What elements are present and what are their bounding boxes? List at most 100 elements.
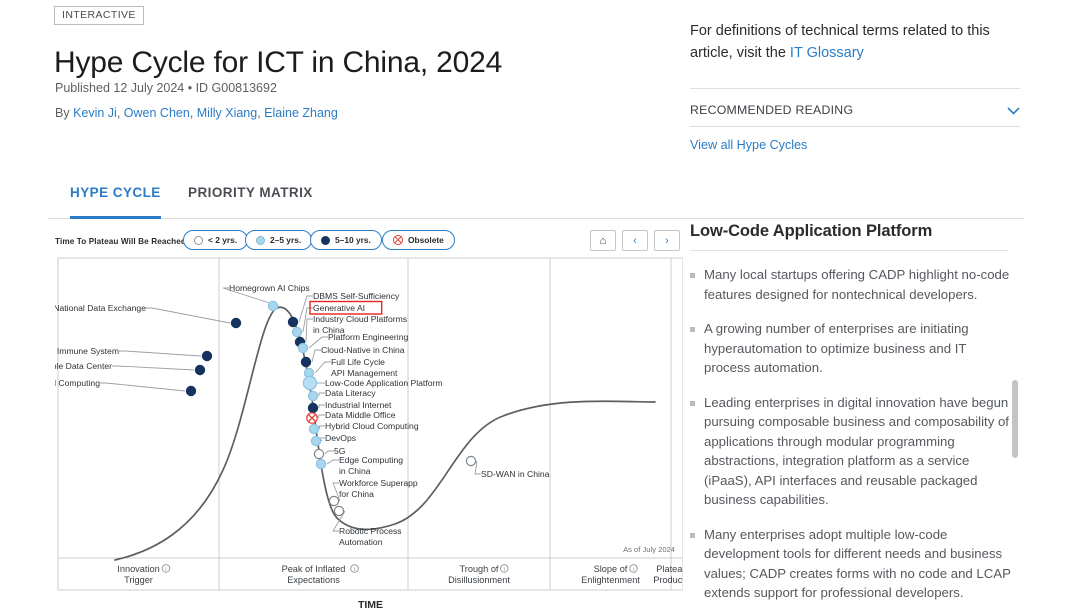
detail-panel: Low-Code Application Platform Many local… xyxy=(690,222,1028,614)
info-icon[interactable]: i xyxy=(500,564,509,574)
home-icon-button[interactable]: ⌂ xyxy=(590,230,616,251)
hype-cycle-chart[interactable]: Innovation Trigger i Peak of Inflated Expe… xyxy=(55,256,683,614)
point-marker-open[interactable] xyxy=(333,505,345,517)
legend-pill-5to10yrs[interactable]: 5–10 yrs. xyxy=(310,230,382,250)
legend-dot-light-icon xyxy=(256,235,265,245)
point-marker-light[interactable] xyxy=(267,300,279,312)
legend-pill-label: Obsolete xyxy=(408,235,444,245)
detail-bullet-text: Many local startups offering CADP highli… xyxy=(704,267,1010,302)
detail-bullet: Many enterprises adopt multiple low-code… xyxy=(690,525,1012,603)
detail-panel-scrollbar[interactable] xyxy=(1012,380,1018,458)
phase-label: Trough of Disillusionmenti xyxy=(448,564,510,585)
svg-text:Peak of Inflated: Peak of Inflated xyxy=(282,564,346,574)
phase-label: Slope of Enlightenmenti xyxy=(581,564,640,585)
point-marker-dark[interactable] xyxy=(230,317,242,329)
point-label: Automation xyxy=(339,537,383,547)
svg-text:Trigger: Trigger xyxy=(124,575,153,585)
point-marker-dark[interactable] xyxy=(300,356,312,368)
detail-bullet-text: Leading enterprises in digital innovatio… xyxy=(704,394,1009,508)
recommended-reading-label: RECOMMENDED READING xyxy=(690,103,854,117)
svg-text:Innovation: Innovation xyxy=(117,564,159,574)
point-label: SD-WAN in China xyxy=(481,469,550,479)
point-label: Workforce Superapp xyxy=(339,478,418,488)
legend-pill-label: < 2 yrs. xyxy=(208,235,238,245)
point-label: in China xyxy=(339,466,371,476)
divider xyxy=(690,126,1020,127)
next-chevron-button[interactable]: › xyxy=(654,230,680,251)
point-label: Sustainable Data Center xyxy=(55,361,112,371)
bullet-square-icon xyxy=(690,400,695,406)
point-label: Hybrid Cloud Computing xyxy=(325,421,419,431)
info-icon[interactable]: i xyxy=(350,564,359,574)
chevron-down-icon xyxy=(1007,104,1020,117)
divider xyxy=(690,250,1008,251)
hype-cycle-svg: Innovation Triggeri Peak of Inflated Expe… xyxy=(55,257,683,611)
previous-chevron-button[interactable]: ‹ xyxy=(622,230,648,251)
point-marker-open[interactable] xyxy=(313,448,325,460)
as-of-note: As of July 2024 xyxy=(623,545,675,554)
point-label: Confidential Computing xyxy=(55,378,100,388)
point-marker-light[interactable] xyxy=(297,342,309,354)
point-label: Homegrown AI Chips xyxy=(229,283,310,293)
point-marker-light[interactable] xyxy=(310,435,322,447)
point-marker-light[interactable] xyxy=(307,390,319,402)
legend-dot-dark-icon xyxy=(321,235,330,245)
legend-pill-label: 2–5 yrs. xyxy=(270,235,302,245)
page-title: Hype Cycle for ICT in China, 2024 xyxy=(54,46,503,80)
author-link-2[interactable]: Milly Xiang xyxy=(197,106,257,120)
point-marker-light[interactable] xyxy=(291,326,303,338)
legend-label: Time To Plateau Will Be Reached: xyxy=(55,237,189,246)
point-label: Data Middle Office xyxy=(325,410,396,420)
obsolete-icon xyxy=(393,235,403,245)
point-marker-dark[interactable] xyxy=(194,364,206,376)
chart-nav-buttons: ⌂ ‹ › xyxy=(590,230,680,251)
tab-priority-matrix[interactable]: PRIORITY MATRIX xyxy=(188,185,313,211)
svg-text:Disillusionment: Disillusionment xyxy=(448,575,510,585)
view-all-hype-cycles-link[interactable]: View all Hype Cycles xyxy=(690,138,807,152)
point-marker-open[interactable] xyxy=(465,455,477,467)
point-label: National Data Exchange xyxy=(55,303,146,313)
point-label: Edge Computing xyxy=(339,455,403,465)
bullet-square-icon xyxy=(690,327,695,332)
info-icon[interactable]: i xyxy=(161,564,171,574)
detail-bullet: A growing number of enterprises are init… xyxy=(690,319,1012,378)
author-link-0[interactable]: Kevin Ji xyxy=(73,106,117,120)
point-label: Cloud-Native in China xyxy=(321,345,405,355)
x-axis-label: TIME xyxy=(358,599,383,611)
point-label: Robotic Process xyxy=(339,526,402,536)
info-icon[interactable]: i xyxy=(629,564,638,574)
phase-label: Plateau of Productivityi xyxy=(653,564,683,585)
point-label: for China xyxy=(339,489,374,499)
bullet-square-icon xyxy=(690,273,695,278)
it-glossary-link[interactable]: IT Glossary xyxy=(790,45,864,61)
point-marker-light-lg[interactable] xyxy=(302,375,318,391)
recommended-reading-accordion[interactable]: RECOMMENDED READING xyxy=(690,98,1020,122)
glossary-note: For definitions of technical terms relat… xyxy=(690,20,1022,64)
article-main-column: INTERACTIVE Hype Cycle for ICT in China,… xyxy=(0,0,1024,614)
point-marker-dark[interactable] xyxy=(307,402,319,414)
divider xyxy=(690,88,1020,89)
point-marker-light[interactable] xyxy=(315,458,327,470)
legend-pill-lt2yrs[interactable]: < 2 yrs. xyxy=(183,230,249,250)
author-link-1[interactable]: Owen Chen xyxy=(124,106,190,120)
phase-label: Innovation Trigger i xyxy=(117,564,171,585)
legend-pill-2to5yrs[interactable]: 2–5 yrs. xyxy=(245,230,313,250)
point-marker-dark[interactable] xyxy=(185,385,197,397)
legend-pill-obsolete[interactable]: Obsolete xyxy=(382,230,455,250)
point-marker-dark[interactable] xyxy=(201,350,213,362)
interactive-badge: INTERACTIVE xyxy=(54,6,144,25)
point-label: Data Literacy xyxy=(325,388,376,398)
legend-dot-open-icon xyxy=(194,235,203,245)
point-label: Industry Cloud Platforms xyxy=(313,314,407,324)
svg-text:Slope of: Slope of xyxy=(594,564,628,574)
svg-text:Plateau of: Plateau of xyxy=(656,564,683,574)
point-label: Digital Immune System xyxy=(55,346,119,356)
point-marker-light[interactable] xyxy=(308,423,320,435)
author-link-3[interactable]: Elaine Zhang xyxy=(264,106,338,120)
tab-hype-cycle[interactable]: HYPE CYCLE xyxy=(70,185,161,211)
point-label: DBMS Self-Sufficiency xyxy=(313,291,400,301)
point-marker-dark[interactable] xyxy=(287,316,299,328)
point-marker-open[interactable] xyxy=(328,495,340,507)
point-label: Platform Engineering xyxy=(328,332,408,342)
point-label: Generative AI xyxy=(313,303,365,313)
